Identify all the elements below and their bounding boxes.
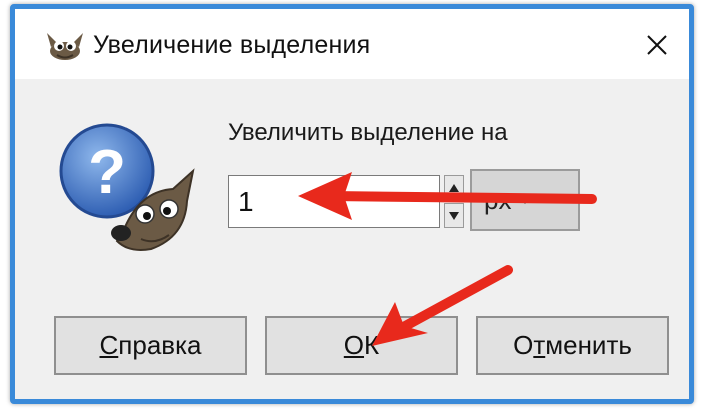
title-bar: Увеличение выделения bbox=[15, 9, 689, 79]
cancel-button-label-start: О bbox=[513, 330, 534, 360]
question-help-icon: ? bbox=[55, 119, 205, 264]
ok-button-label: К bbox=[364, 330, 380, 360]
close-button[interactable] bbox=[635, 23, 679, 67]
chevron-down-icon bbox=[519, 196, 532, 204]
grow-amount-input[interactable] bbox=[228, 175, 440, 228]
grow-prompt-label: Увеличить выделение на bbox=[228, 119, 508, 146]
help-button-mnemonic: С bbox=[99, 330, 119, 360]
help-button[interactable]: Справка bbox=[54, 316, 247, 375]
spin-down-button[interactable] bbox=[444, 203, 464, 228]
window-title: Увеличение выделения bbox=[93, 31, 371, 59]
close-icon bbox=[647, 35, 667, 55]
ok-button-mnemonic: О bbox=[343, 330, 365, 360]
triangle-down-icon bbox=[449, 211, 459, 220]
help-button-label: правка bbox=[118, 330, 202, 360]
dialog-window: Увеличение выделения ? Увеличить выделен… bbox=[10, 4, 694, 404]
ok-button[interactable]: ОК bbox=[265, 316, 458, 375]
cancel-button[interactable]: От менить bbox=[476, 316, 669, 375]
triangle-up-icon bbox=[449, 183, 459, 192]
cancel-button-mnemonic: т bbox=[533, 330, 546, 360]
gimp-wilber-icon bbox=[45, 29, 85, 63]
spin-up-button[interactable] bbox=[444, 175, 464, 200]
unit-select[interactable]: px bbox=[470, 169, 580, 231]
svg-text:?: ? bbox=[88, 138, 126, 207]
grow-amount-spinner bbox=[444, 175, 464, 228]
cancel-button-label: менить bbox=[545, 330, 632, 360]
unit-select-value: px bbox=[484, 184, 512, 215]
